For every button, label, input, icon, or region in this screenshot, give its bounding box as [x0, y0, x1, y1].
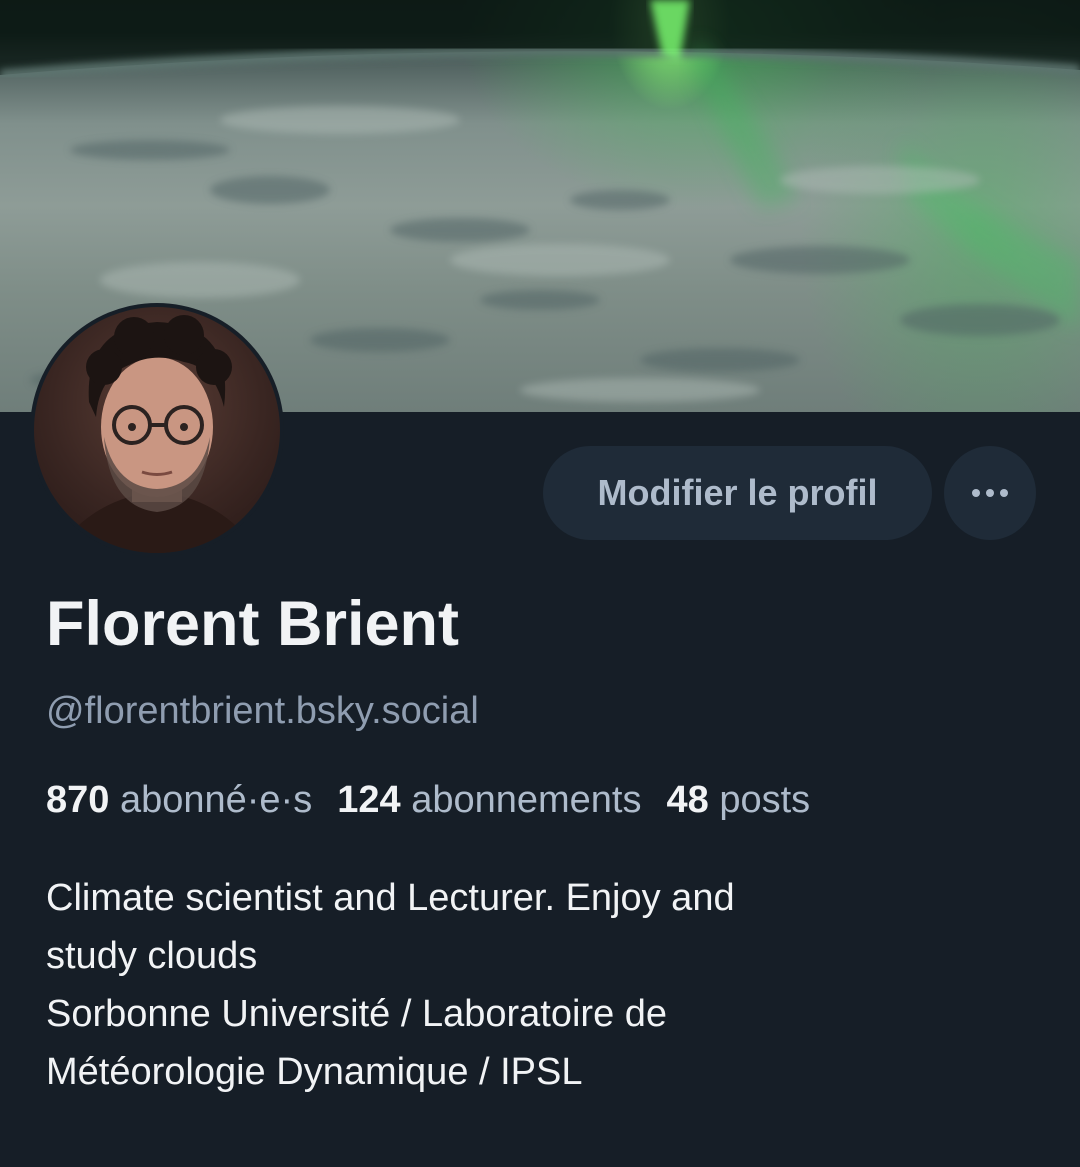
ellipsis-icon [972, 489, 1008, 497]
followers-label: abonné·e·s [119, 779, 313, 821]
following-stat[interactable]: 124 abonnements [337, 779, 641, 822]
following-count: 124 [337, 779, 412, 821]
bio-line: Météorologie Dynamique / IPSL [46, 1051, 583, 1093]
avatar-image [34, 307, 280, 553]
followers-stat[interactable]: 870 abonné·e·s [46, 779, 312, 822]
handle: @florentbrient.bsky.social [46, 690, 479, 732]
profile-bio: Climate scientist and Lecturer. Enjoy an… [46, 869, 1046, 1101]
followers-count: 870 [46, 779, 120, 821]
following-label: abonnements [411, 779, 642, 821]
posts-stat: 48 posts [666, 779, 810, 822]
profile-page: Modifier le profil Florent Brient @flore… [0, 0, 1080, 1167]
more-options-button[interactable] [944, 446, 1036, 540]
posts-label: posts [719, 779, 811, 821]
edit-profile-button[interactable]: Modifier le profil [543, 446, 932, 540]
bio-line: study clouds [46, 935, 258, 977]
bio-line: Sorbonne Université / Laboratoire de [46, 993, 668, 1035]
profile-stats: 870 abonné·e·s 124 abonnements 48 posts [46, 779, 835, 822]
display-name: Florent Brient [46, 589, 460, 659]
bio-line: Climate scientist and Lecturer. Enjoy an… [46, 877, 735, 919]
avatar[interactable] [30, 303, 284, 557]
person-icon [54, 315, 260, 553]
posts-count: 48 [666, 779, 720, 821]
